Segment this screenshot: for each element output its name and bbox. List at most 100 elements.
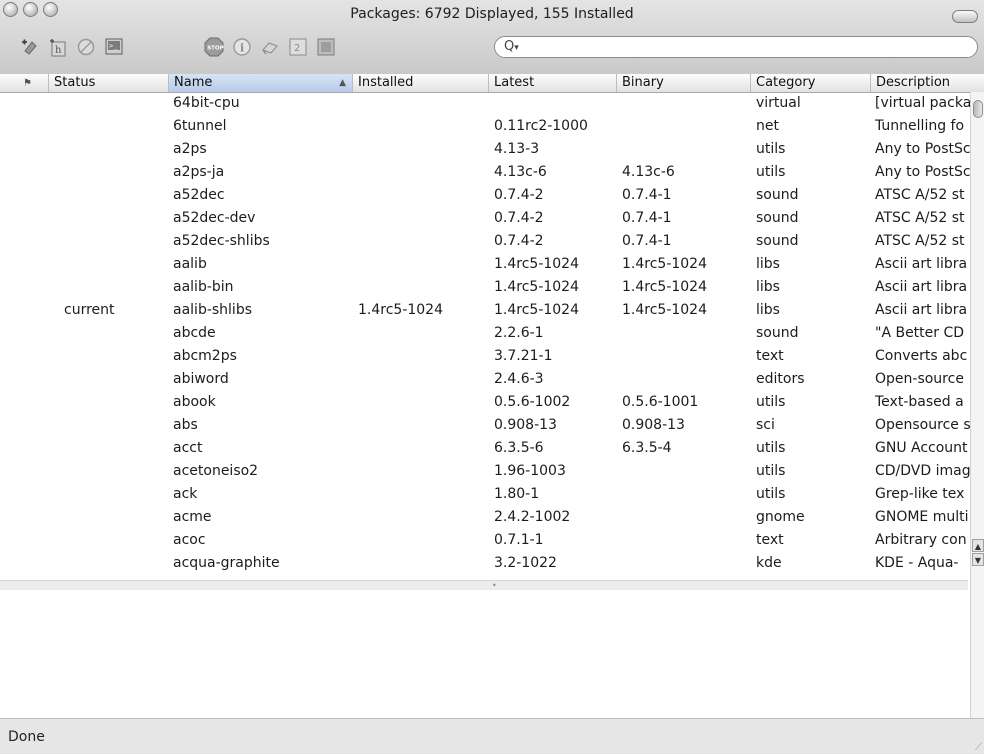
name-cell: a52dec-shlibs (173, 233, 270, 249)
installed-cell (358, 138, 486, 161)
column-header-status[interactable]: Status (48, 74, 168, 92)
sort-ascending-icon: ▲ (339, 78, 346, 88)
terminal-button[interactable]: >_ (100, 34, 128, 60)
latest-cell: 0.7.1-1 (494, 532, 544, 548)
table-row[interactable]: 64bit-cpu virtual [virtual packa (0, 92, 970, 115)
table-row[interactable]: a52dec-shlibs 0.7.4-2 0.7.4-1 sound ATSC… (0, 230, 970, 253)
table-view-button[interactable] (312, 34, 340, 60)
category-cell: sound (756, 187, 799, 203)
table-row[interactable]: acct 6.3.5-6 6.3.5-4 utils GNU Account (0, 437, 970, 460)
column-header-description[interactable]: Description (870, 74, 970, 92)
resize-grip-icon[interactable]: ⟋ (975, 742, 982, 753)
name-cell: a2ps-ja (173, 164, 225, 180)
table-row[interactable]: acetoneiso2 1.96-1003 utils CD/DVD imag (0, 460, 970, 483)
category-cell: libs (756, 302, 780, 318)
name-cell: abcm2ps (173, 348, 237, 364)
name-cell: aalib (173, 256, 207, 272)
search-field[interactable]: Q▾ (494, 36, 978, 58)
description-cell: KDE - Aqua- (875, 555, 959, 571)
toolbar-toggle-button[interactable] (952, 10, 978, 23)
latest-cell: 0.7.4-2 (494, 233, 544, 249)
table-row[interactable]: a2ps-ja 4.13c-6 4.13c-6 utils Any to Pos… (0, 161, 970, 184)
table-row[interactable]: abiword 2.4.6-3 editors Open-source (0, 368, 970, 391)
description-cell: GNOME multi (875, 509, 969, 525)
description-cell: Converts abc (875, 348, 968, 364)
finkcommander-window: Packages: 6792 Displayed, 155 Installed … (0, 0, 984, 754)
table-row[interactable]: abs 0.908-13 0.908-13 sci Opensource s (0, 414, 970, 437)
table-row[interactable]: abcm2ps 3.7.21-1 text Converts abc (0, 345, 970, 368)
split-view-button[interactable]: 2 (284, 34, 312, 60)
description-cell: [virtual packa (875, 95, 970, 111)
description-cell: "A Better CD (875, 325, 965, 341)
name-cell: abs (173, 417, 198, 433)
binary-cell (622, 115, 748, 138)
table-row[interactable]: a52dec-dev 0.7.4-2 0.7.4-1 sound ATSC A/… (0, 207, 970, 230)
window-title: Packages: 6792 Displayed, 155 Installed (350, 6, 634, 22)
status-cell (64, 207, 164, 230)
remove-button[interactable] (72, 34, 100, 60)
column-header-binary[interactable]: Binary (616, 74, 750, 92)
status-cell (64, 138, 164, 161)
binary-cell (622, 483, 748, 506)
category-cell: sound (756, 325, 799, 341)
scrollbar-thumb[interactable] (973, 100, 983, 118)
table-row[interactable]: acoc 0.7.1-1 text Arbitrary con (0, 529, 970, 552)
status-cell (64, 92, 164, 115)
status-text: Done (8, 729, 45, 745)
status-cell (64, 552, 164, 575)
description-cell: ATSC A/52 st (875, 233, 965, 249)
latest-cell: 1.80-1 (494, 486, 540, 502)
split-view-divider[interactable]: • (0, 580, 968, 590)
status-cell (64, 529, 164, 552)
scroll-up-arrow-icon[interactable]: ▲ (972, 539, 984, 552)
table-row[interactable]: aalib 1.4rc5-1024 1.4rc5-1024 libs Ascii… (0, 253, 970, 276)
column-header-latest[interactable]: Latest (488, 74, 616, 92)
column-header-installed[interactable]: Installed (352, 74, 488, 92)
name-cell: a52dec (173, 187, 225, 203)
status-cell (64, 276, 164, 299)
table-row[interactable]: abcde 2.2.6-1 sound "A Better CD (0, 322, 970, 345)
table-row[interactable]: acme 2.4.2-1002 gnome GNOME multi (0, 506, 970, 529)
binary-cell (622, 92, 748, 115)
category-cell: utils (756, 141, 786, 157)
scroll-down-arrow-icon[interactable]: ▼ (972, 553, 984, 566)
installed-cell (358, 345, 486, 368)
column-header-status-label: Status (54, 75, 96, 90)
stop-button[interactable]: STOP (200, 34, 228, 60)
svg-text:2: 2 (294, 43, 300, 54)
search-input[interactable] (531, 39, 965, 57)
column-header-category[interactable]: Category (750, 74, 870, 92)
status-bar: Done ⟋ (0, 718, 984, 754)
column-header-name[interactable]: Name ▲ (168, 74, 352, 92)
description-cell: Any to PostSc (875, 164, 970, 180)
install-binary-button[interactable] (16, 34, 44, 60)
install-source-button[interactable]: h (44, 34, 72, 60)
table-row[interactable]: a2ps 4.13-3 utils Any to PostSc (0, 138, 970, 161)
package-table: 64bit-cpu virtual [virtual packa 6tunnel… (0, 92, 984, 580)
table-row[interactable]: aalib-bin 1.4rc5-1024 1.4rc5-1024 libs A… (0, 276, 970, 299)
terminal-icon: >_ (105, 38, 123, 55)
table-row[interactable]: abook 0.5.6-1002 0.5.6-1001 utils Text-b… (0, 391, 970, 414)
latest-cell (494, 92, 614, 115)
feedback-button[interactable] (256, 34, 284, 60)
column-header-flag[interactable]: ⚑ (0, 74, 48, 92)
table-row[interactable]: a52dec 0.7.4-2 0.7.4-1 sound ATSC A/52 s… (0, 184, 970, 207)
divider-grip-icon: • (492, 581, 497, 590)
info-button[interactable]: i (228, 34, 256, 60)
table-row[interactable]: current aalib-shlibs 1.4rc5-1024 1.4rc5-… (0, 299, 970, 322)
category-cell: utils (756, 486, 786, 502)
table-row[interactable]: 6tunnel 0.11rc2-1000 net Tunnelling fo (0, 115, 970, 138)
installed-cell: 1.4rc5-1024 (358, 302, 443, 318)
name-cell: acqua-graphite (173, 555, 280, 571)
installed-cell (358, 437, 486, 460)
installed-cell (358, 276, 486, 299)
installed-cell (358, 253, 486, 276)
table-row[interactable]: acqua-graphite 3.2-1022 kde KDE - Aqua- (0, 552, 970, 575)
table-row[interactable]: ack 1.80-1 utils Grep-like tex (0, 483, 970, 506)
category-cell: utils (756, 440, 786, 456)
binary-cell (622, 460, 748, 483)
vertical-scrollbar[interactable]: ▲ ▼ (970, 92, 984, 718)
stop-icon: STOP (204, 37, 224, 57)
svg-text:i: i (240, 42, 244, 55)
installed-cell (358, 529, 486, 552)
